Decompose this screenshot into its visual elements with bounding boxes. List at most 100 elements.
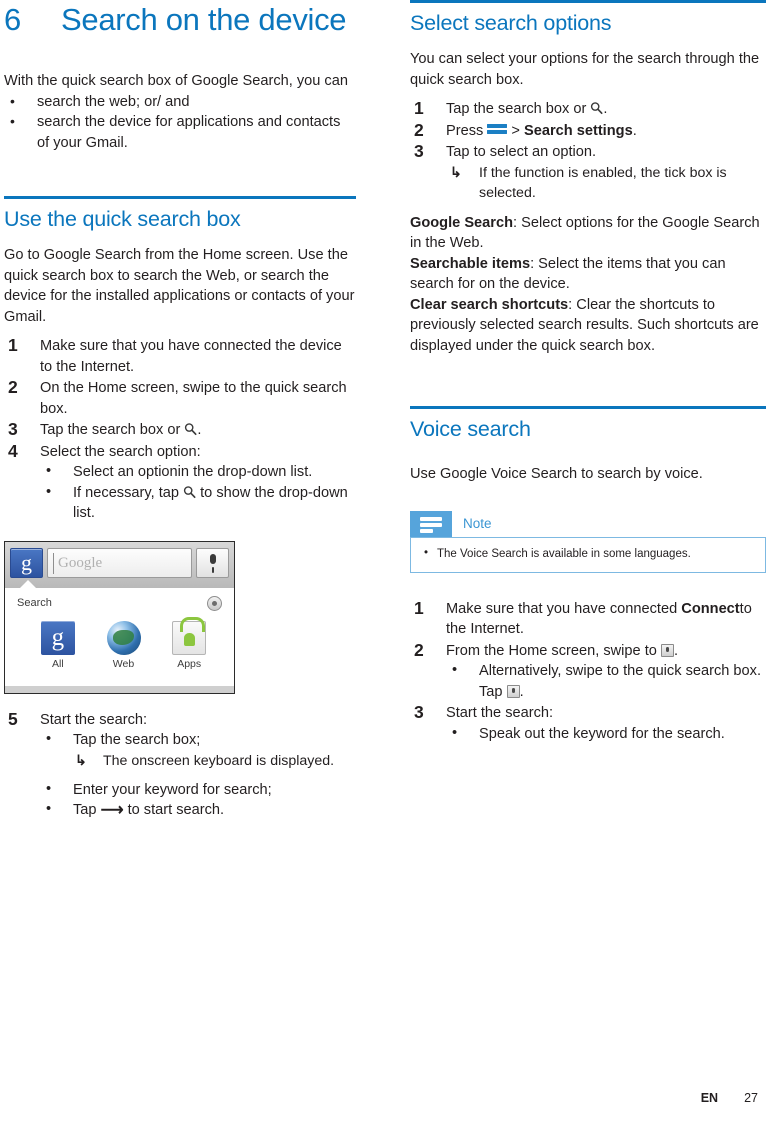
- step-item: 2 Press > Search settings.: [410, 120, 766, 142]
- note-title: Note: [463, 515, 492, 531]
- list-item: search the device for applications and c…: [4, 111, 356, 153]
- figure-icon-caption: Web: [112, 657, 135, 670]
- quick-search-paragraph: Go to Google Search from the Home screen…: [4, 247, 355, 325]
- chapter-heading: 6 Search on the device: [4, 0, 356, 37]
- search-options-steps: 1 Tap the search box or . 2 Press > Sear…: [410, 98, 766, 203]
- step-item: 1 Make sure that you have connected Conn…: [410, 597, 766, 640]
- list-item: The Voice Search is available in some la…: [421, 546, 755, 562]
- definition-term: Clear search shortcuts: [410, 296, 569, 313]
- note-box: Note The Voice Search is available in so…: [410, 510, 766, 573]
- step-item: 2 On the Home screen, swipe to the quick…: [4, 377, 356, 419]
- step-text: Start the search:: [446, 705, 554, 721]
- list-item: Speak out the keyword for the search.: [446, 723, 766, 745]
- figure-icon-all: g All: [25, 620, 91, 670]
- step-item: 3 Tap the search box or .: [4, 419, 356, 441]
- left-column: 6 Search on the device With the quick se…: [4, 0, 356, 823]
- step-sub-list: Alternatively, swipe to the quick search…: [446, 660, 766, 702]
- list-item: search the web; or/ and: [4, 91, 356, 113]
- step-number: 3: [414, 702, 424, 722]
- manual-page: 6 Search on the device With the quick se…: [0, 0, 766, 1123]
- intro-paragraph: With the quick search box of Google Sear…: [4, 73, 348, 89]
- figure-icon-row: g All Web Apps: [17, 616, 222, 670]
- step-bold-text: Search settings: [524, 122, 633, 139]
- google-all-icon: g: [40, 620, 75, 655]
- page-footer: EN 27: [0, 1091, 766, 1105]
- quick-search-steps: 1 Make sure that you have connected the …: [4, 335, 356, 524]
- definition-searchable-items: Searchable items: Select the items that …: [410, 254, 766, 295]
- step-text-after: .: [197, 422, 202, 438]
- step-item: 2 From the Home screen, swipe to . Alter…: [410, 639, 766, 703]
- definition-term: Google Search: [410, 214, 513, 231]
- figure-search-input: Google: [47, 547, 192, 578]
- step-text-after: .: [603, 101, 608, 117]
- figure-dropdown-panel: Search g All Web Apps: [5, 587, 234, 693]
- quick-search-steps-continued: 5 Start the search: Tap the search box; …: [4, 708, 356, 822]
- android-search-widget-screenshot: g Google Search g All Web Apps: [4, 540, 235, 694]
- sub-text: Tap the search box;: [73, 732, 201, 748]
- step-text: Start the search:: [40, 711, 148, 728]
- microphone-icon: [196, 547, 229, 578]
- step-result: The onscreen keyboard is displayed.: [73, 750, 356, 771]
- figure-icon-apps: Apps: [156, 616, 222, 670]
- figure-panel-label: Search: [17, 596, 52, 609]
- search-icon: [183, 485, 196, 499]
- sub-text-before: Tap: [73, 802, 101, 818]
- step-number: 2: [414, 639, 424, 660]
- sub-text-before: If necessary, tap: [73, 484, 184, 501]
- voice-search-steps: 1 Make sure that you have connected Conn…: [410, 597, 766, 745]
- figure-bottom-bar: [5, 685, 234, 693]
- step-item: 3 Start the search: Speak out the keywor…: [410, 702, 766, 745]
- intro-bullet-list: search the web; or/ and search the devic…: [4, 91, 356, 154]
- step-number: 4: [8, 440, 18, 461]
- arrow-right-icon: ⟶: [100, 802, 124, 819]
- step-item: 3 Tap to select an option. If the functi…: [410, 141, 766, 203]
- step-number: 1: [414, 98, 424, 118]
- figure-icon-caption: All: [52, 657, 64, 670]
- list-item: If necessary, tap to show the drop-down …: [40, 482, 356, 524]
- search-icon: [184, 422, 197, 436]
- list-item: Tap the search box; The onscreen keyboar…: [40, 729, 356, 771]
- list-item: Alternatively, swipe to the quick search…: [446, 660, 766, 702]
- list-item: Enter your keyword for search;: [40, 779, 356, 801]
- step-number: 1: [8, 335, 18, 355]
- step-sub-list: Tap the search box; The onscreen keyboar…: [40, 729, 356, 822]
- step-text-after: .: [632, 122, 637, 139]
- step-sub-list: Speak out the keyword for the search.: [446, 723, 766, 745]
- step-sub-list: Select an optionin the drop-down list. I…: [40, 461, 356, 524]
- step-text: Press: [446, 122, 488, 139]
- android-market-apps-icon: [172, 616, 207, 655]
- step-text: Make sure that you have connected: [446, 600, 682, 617]
- step-number: 2: [8, 377, 18, 397]
- step-number: 1: [414, 597, 424, 618]
- step-item: 4 Select the search option: Select an op…: [4, 440, 356, 524]
- step-bold-text: Connect: [681, 600, 740, 617]
- section-divider: [410, 406, 766, 409]
- definition-google-search: Google Search: Select options for the Go…: [410, 213, 766, 254]
- right-column: Select search options You can select you…: [410, 0, 766, 745]
- definition-term: Searchable items: [410, 255, 531, 272]
- step-text: Tap to select an option.: [446, 144, 597, 160]
- definition-clear-search-shortcuts: Clear search shortcuts: Clear the shortc…: [410, 295, 766, 357]
- footer-page-number: 27: [744, 1091, 758, 1105]
- voice-search-paragraph: Use Google Voice Search to search by voi…: [410, 466, 703, 482]
- step-number: 5: [8, 708, 18, 729]
- footer-language: EN: [700, 1091, 719, 1105]
- section-divider: [4, 196, 356, 199]
- step-text: Select the search option:: [40, 443, 201, 460]
- search-options-paragraph: You can select your options for the sear…: [410, 51, 760, 88]
- step-item: 5 Start the search: Tap the search box; …: [4, 708, 356, 822]
- chapter-number: 6: [4, 2, 21, 37]
- section-heading-search-options: Select search options: [410, 11, 612, 35]
- figure-icon-caption: Apps: [177, 657, 202, 670]
- search-icon: [590, 101, 603, 115]
- figure-search-bar: g Google: [5, 541, 234, 589]
- step-item: 1 Tap the search box or .: [410, 98, 766, 120]
- note-icon: [410, 510, 452, 537]
- step-text: Tap the search box or: [40, 422, 185, 438]
- section-divider: [410, 0, 766, 3]
- globe-web-icon: [106, 620, 141, 655]
- figure-icon-web: Web: [91, 620, 157, 670]
- step-text-after: .: [673, 642, 678, 659]
- voice-search-icon: [660, 643, 674, 657]
- step-text: On the Home screen, swipe to the quick s…: [40, 380, 347, 417]
